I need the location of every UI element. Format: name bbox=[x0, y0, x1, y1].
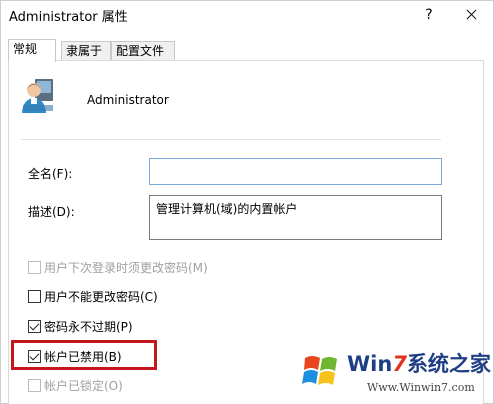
account-locked-label: 帐户已锁定(O) bbox=[44, 378, 123, 393]
must-change-password-option: 用户下次登录时须更改密码(M) bbox=[28, 259, 208, 275]
fullname-label: 全名(F): bbox=[28, 167, 73, 181]
title-bar[interactable]: Administrator 属性 ? bbox=[1, 1, 493, 31]
divider bbox=[21, 139, 441, 140]
tab-member-of[interactable]: 隶属于 bbox=[61, 41, 111, 61]
tab-profile[interactable]: 配置文件 bbox=[111, 41, 175, 61]
must-change-password-label: 用户下次登录时须更改密码(M) bbox=[44, 260, 208, 275]
password-never-expires-option[interactable]: 密码永不过期(P) bbox=[28, 318, 133, 334]
cannot-change-password-label[interactable]: 用户不能更改密码(C) bbox=[44, 288, 158, 305]
description-label: 描述(D): bbox=[28, 205, 75, 219]
watermark-brand-prefix: Win bbox=[347, 352, 393, 376]
password-never-expires-label[interactable]: 密码永不过期(P) bbox=[44, 318, 133, 335]
cannot-change-password-checkbox[interactable] bbox=[28, 289, 41, 303]
window-title: Administrator 属性 bbox=[9, 10, 128, 25]
windows-logo-icon bbox=[302, 356, 337, 385]
close-button[interactable] bbox=[453, 1, 489, 29]
account-locked-option: 帐户已锁定(O) bbox=[28, 377, 123, 393]
watermark-brand: Win7系统之家 bbox=[347, 348, 491, 378]
watermark-url: Www.Winwin7.com bbox=[367, 381, 475, 394]
description-input[interactable]: 管理计算机(域)的内置帐户 bbox=[149, 195, 442, 240]
account-locked-checkbox bbox=[28, 378, 41, 392]
watermark-brand-seven: 7 bbox=[392, 352, 407, 376]
cannot-change-password-option[interactable]: 用户不能更改密码(C) bbox=[28, 288, 158, 304]
must-change-password-checkbox bbox=[28, 260, 41, 274]
tab-general[interactable]: 常规 bbox=[8, 39, 56, 62]
account-name: Administrator bbox=[87, 93, 169, 107]
watermark: Win7系统之家 Www.Winwin7.com bbox=[297, 346, 491, 402]
help-button[interactable]: ? bbox=[411, 1, 447, 29]
properties-dialog: Administrator 属性 ? 常规 隶属于 配置文件 Administr… bbox=[0, 0, 494, 404]
highlight-annotation bbox=[11, 340, 157, 370]
watermark-brand-suffix: 系统之家 bbox=[406, 352, 491, 376]
password-never-expires-checkbox[interactable] bbox=[28, 319, 41, 333]
fullname-input[interactable] bbox=[149, 158, 442, 185]
user-account-icon bbox=[22, 79, 53, 113]
